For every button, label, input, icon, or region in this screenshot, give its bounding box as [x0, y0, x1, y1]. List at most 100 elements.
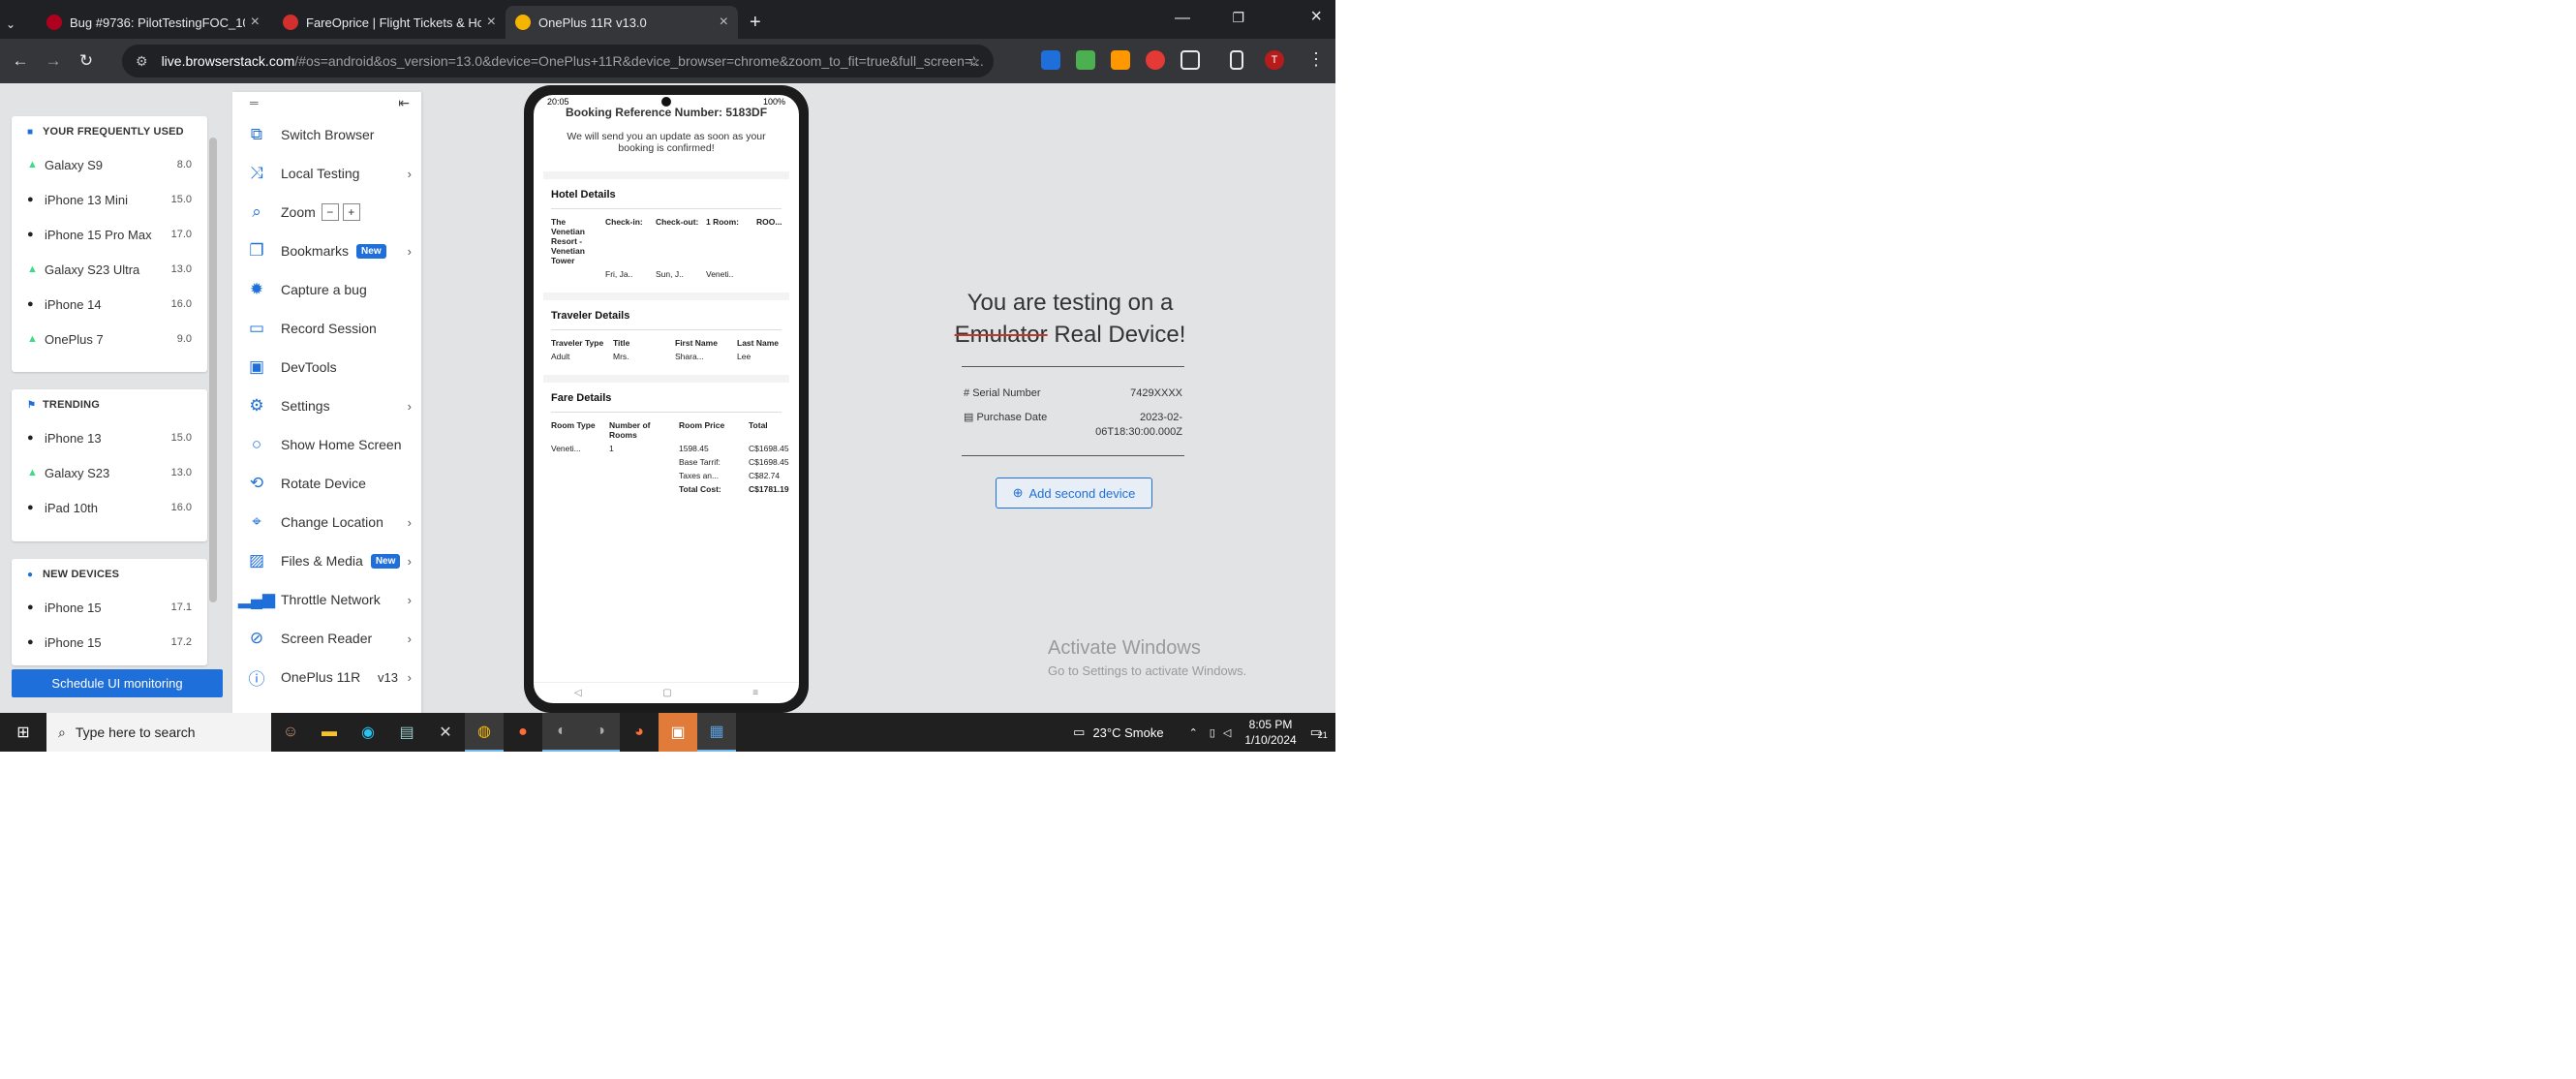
emulator-struck-text: Emulator — [954, 322, 1048, 348]
device-item[interactable]: ▲ Galaxy S23 13.0 — [12, 455, 207, 490]
show-home-screen-item[interactable]: ○ Show Home Screen — [232, 425, 421, 464]
close-icon[interactable]: × — [720, 14, 728, 31]
extension-icon[interactable] — [1041, 50, 1060, 70]
taskbar-search-box[interactable]: ⌕ Type here to search — [46, 713, 271, 752]
device-name: Galaxy S23 Ultra — [45, 262, 140, 277]
apple-icon: ● — [27, 229, 34, 240]
apple-icon: ● — [27, 298, 34, 310]
tools-icon[interactable]: ✕ — [426, 713, 465, 752]
device-version: 8.0 — [176, 159, 192, 170]
table-header-cell: Check-in: — [605, 217, 643, 227]
device-item[interactable]: ● iPhone 15 Pro Max 17.0 — [12, 217, 207, 252]
volume-icon[interactable]: ◁ — [1223, 726, 1231, 739]
minimize-icon[interactable]: — — [1175, 10, 1190, 27]
app-icon[interactable]: ◐ — [542, 713, 581, 752]
device-panel-scrollbar[interactable] — [207, 122, 219, 664]
postman-icon[interactable]: ● — [504, 713, 542, 752]
profile-avatar[interactable]: T — [1265, 50, 1284, 70]
address-bar[interactable]: ⚙ live.browserstack.com/#os=android&os_v… — [122, 45, 994, 77]
restore-icon[interactable]: ❐ — [1232, 10, 1244, 26]
tab-oneplus[interactable]: OnePlus 11R v13.0 × — [506, 6, 738, 39]
device-item[interactable]: ▲ Galaxy S23 Ultra 13.0 — [12, 252, 207, 287]
settings-item[interactable]: ⚙ Settings › — [232, 386, 421, 425]
chevron-up-icon[interactable]: ⌃ — [1189, 726, 1198, 739]
device-name: iPhone 15 — [45, 634, 102, 650]
device-item[interactable]: ● iPad 10th 16.0 — [12, 490, 207, 525]
devtools-item[interactable]: ▣ DevTools — [232, 348, 421, 386]
site-info-icon[interactable]: ⚙ — [136, 53, 148, 70]
zoom-out-button[interactable]: − — [321, 203, 339, 221]
table-cell: Mrs. — [613, 352, 629, 361]
calculator-icon[interactable]: ▦ — [697, 713, 736, 752]
table-cell: 1598.45 — [679, 444, 709, 453]
fare-line-value: C$82.74 — [749, 471, 781, 480]
extension-icon[interactable] — [1146, 50, 1165, 70]
screen-reader-item[interactable]: ⊘ Screen Reader › — [232, 619, 421, 658]
device-item[interactable]: ▲ OnePlus 7 9.0 — [12, 322, 207, 356]
trending-icon: ⚑ — [27, 400, 37, 411]
bookmark-star-icon[interactable]: ☆ — [967, 53, 980, 70]
edge-icon[interactable]: ◉ — [349, 713, 387, 752]
close-icon[interactable]: × — [487, 14, 496, 31]
app-icon[interactable]: ▣ — [659, 713, 697, 752]
close-icon[interactable]: × — [251, 14, 260, 31]
table-header-cell: Room Type — [551, 420, 596, 430]
app-icon[interactable]: ▤ — [387, 713, 426, 752]
extension-icon[interactable] — [1111, 50, 1130, 70]
back-icon[interactable]: ← — [10, 50, 31, 72]
change-location-item[interactable]: ⌖ Change Location › — [232, 503, 421, 541]
notification-icon[interactable]: ▭ 21 — [1310, 724, 1328, 740]
tab-fareoprice[interactable]: FareOprice | Flight Tickets & Ho × — [273, 6, 506, 39]
windows-start-icon[interactable]: ⊞ — [0, 713, 46, 752]
taskbar-people-icon[interactable]: ☺ — [271, 713, 310, 752]
schedule-ui-monitoring-button[interactable]: Schedule UI monitoring — [12, 669, 223, 697]
chrome-icon[interactable]: ◍ — [465, 713, 504, 752]
extension-icon[interactable] — [1076, 50, 1095, 70]
app-icon[interactable]: ◑ — [581, 713, 620, 752]
tab-strip: ⌄ Bug #9736: PilotTestingFOC_10 × FareOp… — [0, 0, 1335, 39]
device-item[interactable]: ● iPhone 13 Mini 15.0 — [12, 182, 207, 217]
forward-icon[interactable]: → — [43, 50, 64, 72]
device-item[interactable]: ● iPhone 15 17.1 — [12, 590, 207, 625]
table-header-cell: Number of Rooms — [609, 420, 651, 440]
drag-handle-icon[interactable]: ═ — [250, 96, 259, 109]
system-tray: ▭ 23°C Smoke ⌃ ▯ ◁ 8:05 PM 1/10/2024 ▭ 21 — [1073, 717, 1328, 748]
side-panel-icon[interactable] — [1230, 50, 1243, 70]
chrome-menu-icon[interactable]: ⋮ — [1307, 49, 1325, 70]
network-icon[interactable]: ▯ — [1210, 726, 1215, 739]
switch-browser-item[interactable]: ⧉ Switch Browser — [232, 115, 421, 154]
bookmarks-item[interactable]: ❐ Bookmarks New › — [232, 231, 421, 270]
home-square-icon[interactable]: ▢ — [662, 688, 671, 698]
capture-bug-item[interactable]: ✹ Capture a bug — [232, 270, 421, 309]
collapse-menu-icon[interactable]: ⇤ — [398, 95, 410, 111]
clock[interactable]: 8:05 PM 1/10/2024 — [1244, 717, 1296, 748]
tab-bug[interactable]: Bug #9736: PilotTestingFOC_10 × — [37, 6, 269, 39]
file-explorer-icon[interactable]: ▬ — [310, 713, 349, 752]
files-media-item[interactable]: ▨ Files & Media New › — [232, 541, 421, 580]
back-triangle-icon[interactable]: ◁ — [574, 688, 582, 698]
device-info-item[interactable]: ⓘ OnePlus 11R v13 › — [232, 658, 421, 696]
local-testing-item[interactable]: ⤨ Local Testing › — [232, 154, 421, 193]
device-item[interactable]: ● iPhone 13 15.0 — [12, 420, 207, 455]
plus-circle-icon: ⊕ — [1012, 485, 1024, 500]
reload-icon[interactable]: ↻ — [76, 50, 97, 72]
window-close-icon[interactable]: × — [1310, 6, 1322, 28]
throttle-network-item[interactable]: ▂▄▆ Throttle Network › — [232, 580, 421, 619]
recents-icon[interactable]: ≡ — [752, 688, 758, 698]
rotate-device-item[interactable]: ⟲ Rotate Device — [232, 464, 421, 503]
record-session-item[interactable]: ▭ Record Session — [232, 309, 421, 348]
device-item[interactable]: ● iPhone 15 17.2 — [12, 625, 207, 660]
device-item[interactable]: ▲ Galaxy S9 8.0 — [12, 147, 207, 182]
tab-search-button[interactable]: ⌄ — [0, 8, 27, 41]
zoom-icon: ⌕ — [252, 202, 261, 221]
device-name: iPhone 14 — [45, 296, 102, 312]
table-cell: C$1698.45 — [749, 444, 789, 453]
firefox-icon[interactable]: ◕ — [620, 713, 659, 752]
device-item[interactable]: ● iPhone 14 16.0 — [12, 287, 207, 322]
device-screen[interactable]: 20:05 100% Booking Reference Number: 5183… — [534, 95, 799, 703]
new-tab-button[interactable]: + — [740, 6, 769, 39]
add-second-device-button[interactable]: ⊕ Add second device — [996, 478, 1152, 509]
zoom-in-button[interactable]: + — [342, 203, 360, 221]
weather-icon[interactable]: ▭ — [1073, 724, 1085, 740]
extensions-puzzle-icon[interactable] — [1181, 50, 1200, 70]
